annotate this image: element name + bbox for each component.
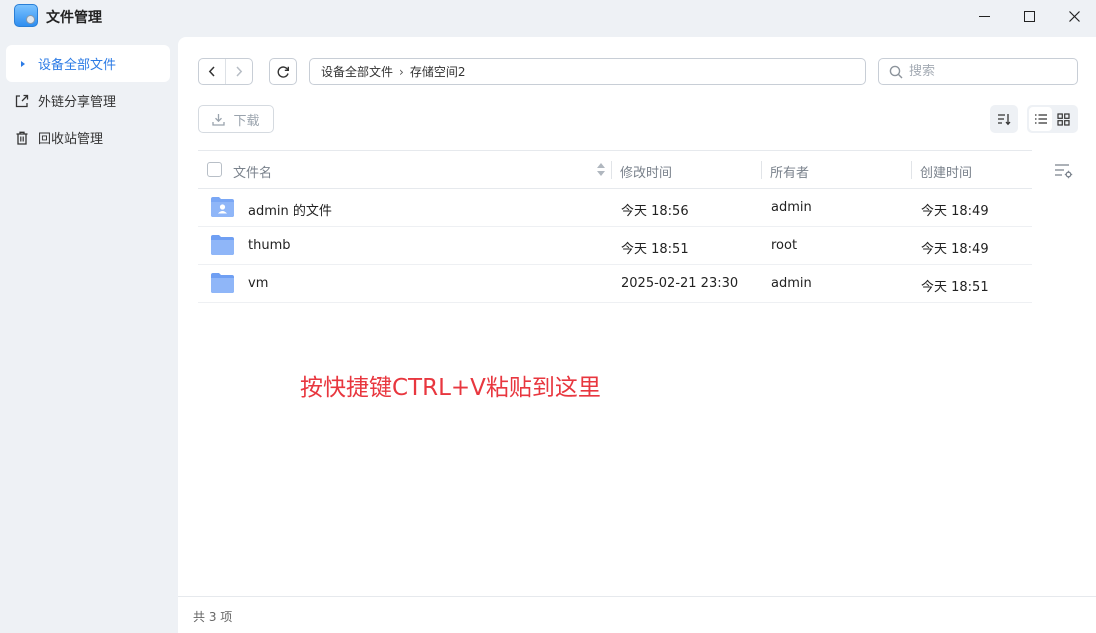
modified-time: 今天 18:56: [621, 204, 689, 219]
sort-icon: [998, 113, 1011, 125]
column-header-modified[interactable]: 修改时间: [620, 162, 672, 181]
column-divider: [761, 161, 762, 179]
breadcrumb-separator: ›: [399, 64, 404, 79]
grid-view-icon: [1057, 112, 1070, 126]
chevron-right-icon: [236, 66, 243, 77]
minimize-button[interactable]: [964, 3, 1004, 29]
forward-button[interactable]: [225, 59, 252, 84]
search-input[interactable]: [909, 64, 1069, 79]
back-button[interactable]: [199, 59, 225, 84]
sidebar-item-label: 回收站管理: [38, 132, 104, 147]
breadcrumb-item[interactable]: 设备全部文件: [321, 63, 393, 80]
maximize-icon: [1023, 10, 1035, 22]
created-time: 今天 18:49: [921, 242, 989, 257]
folder-icon: [211, 273, 234, 293]
list-view-icon: [1034, 114, 1047, 124]
owner: admin: [771, 200, 812, 215]
download-icon: [212, 113, 226, 126]
column-settings-button[interactable]: [1054, 162, 1074, 180]
created-time: 今天 18:49: [921, 204, 989, 219]
column-header-created[interactable]: 创建时间: [920, 162, 972, 181]
modified-time: 2025-02-21 23:30: [621, 276, 739, 291]
file-table: 文件名 修改时间 所有者 创建时间 admin 的文件 今天 18:56 adm…: [198, 150, 1032, 303]
view-toggle: [1027, 105, 1078, 133]
caret-right-icon: [21, 60, 25, 67]
refresh-icon: [277, 65, 289, 78]
column-divider: [911, 161, 912, 179]
column-settings-icon: [1055, 164, 1073, 179]
sidebar-item-label: 外链分享管理: [38, 95, 117, 110]
owner: root: [771, 238, 798, 253]
modified-time: 今天 18:51: [621, 242, 689, 257]
select-all-checkbox[interactable]: [207, 162, 222, 177]
sort-arrows-icon[interactable]: [596, 162, 606, 178]
grid-view-button[interactable]: [1052, 107, 1075, 131]
maximize-button[interactable]: [1009, 3, 1049, 29]
sidebar-item-label: 设备全部文件: [38, 58, 117, 73]
paste-hint: 按快捷键CTRL+V粘贴到这里: [300, 375, 601, 401]
download-button[interactable]: 下载: [198, 105, 274, 133]
sidebar-item-all-files[interactable]: 设备全部文件: [6, 45, 170, 82]
close-icon: [1068, 10, 1080, 22]
app-title: 文件管理: [46, 10, 102, 26]
owner: admin: [771, 276, 812, 291]
download-label: 下载: [233, 113, 260, 129]
file-name: vm: [248, 276, 269, 291]
breadcrumb[interactable]: 设备全部文件 › 存储空间2: [309, 58, 866, 85]
sidebar-item-share-links[interactable]: 外链分享管理: [6, 82, 170, 119]
share-export-icon: [15, 94, 29, 107]
breadcrumb-item[interactable]: 存储空间2: [410, 63, 466, 80]
refresh-button[interactable]: [269, 58, 297, 85]
item-count: 共 3 项: [193, 610, 233, 624]
table-row[interactable]: thumb 今天 18:51 root 今天 18:49: [198, 227, 1032, 265]
minimize-icon: [978, 15, 990, 17]
sidebar-item-recycle-bin[interactable]: 回收站管理: [6, 119, 170, 156]
file-name: admin 的文件: [248, 204, 332, 219]
table-row[interactable]: vm 2025-02-21 23:30 admin 今天 18:51: [198, 265, 1032, 303]
table-row[interactable]: admin 的文件 今天 18:56 admin 今天 18:49: [198, 189, 1032, 227]
created-time: 今天 18:51: [921, 280, 989, 295]
column-header-owner[interactable]: 所有者: [770, 162, 809, 181]
user-folder-icon: [211, 197, 234, 217]
folder-icon: [211, 235, 234, 255]
close-button[interactable]: [1054, 3, 1094, 29]
file-manager-icon: [14, 4, 38, 27]
search-icon: [889, 65, 903, 78]
file-name: thumb: [248, 238, 291, 253]
status-bar: 共 3 项: [178, 596, 1096, 633]
table-header: 文件名 修改时间 所有者 创建时间: [198, 150, 1032, 189]
sidebar: 设备全部文件 外链分享管理 回收站管理: [0, 37, 178, 633]
main-panel: 设备全部文件 › 存储空间2 下载 文件名 修改时间 所有者 创建时间: [178, 37, 1096, 633]
title-bar: 文件管理: [0, 0, 1096, 37]
column-divider: [611, 161, 612, 179]
search-box[interactable]: [878, 58, 1078, 85]
history-nav: [198, 58, 253, 85]
sort-button[interactable]: [990, 105, 1018, 133]
trash-icon: [16, 131, 28, 145]
column-header-name[interactable]: 文件名: [233, 162, 272, 181]
chevron-left-icon: [209, 66, 215, 77]
list-view-button[interactable]: [1029, 107, 1052, 131]
